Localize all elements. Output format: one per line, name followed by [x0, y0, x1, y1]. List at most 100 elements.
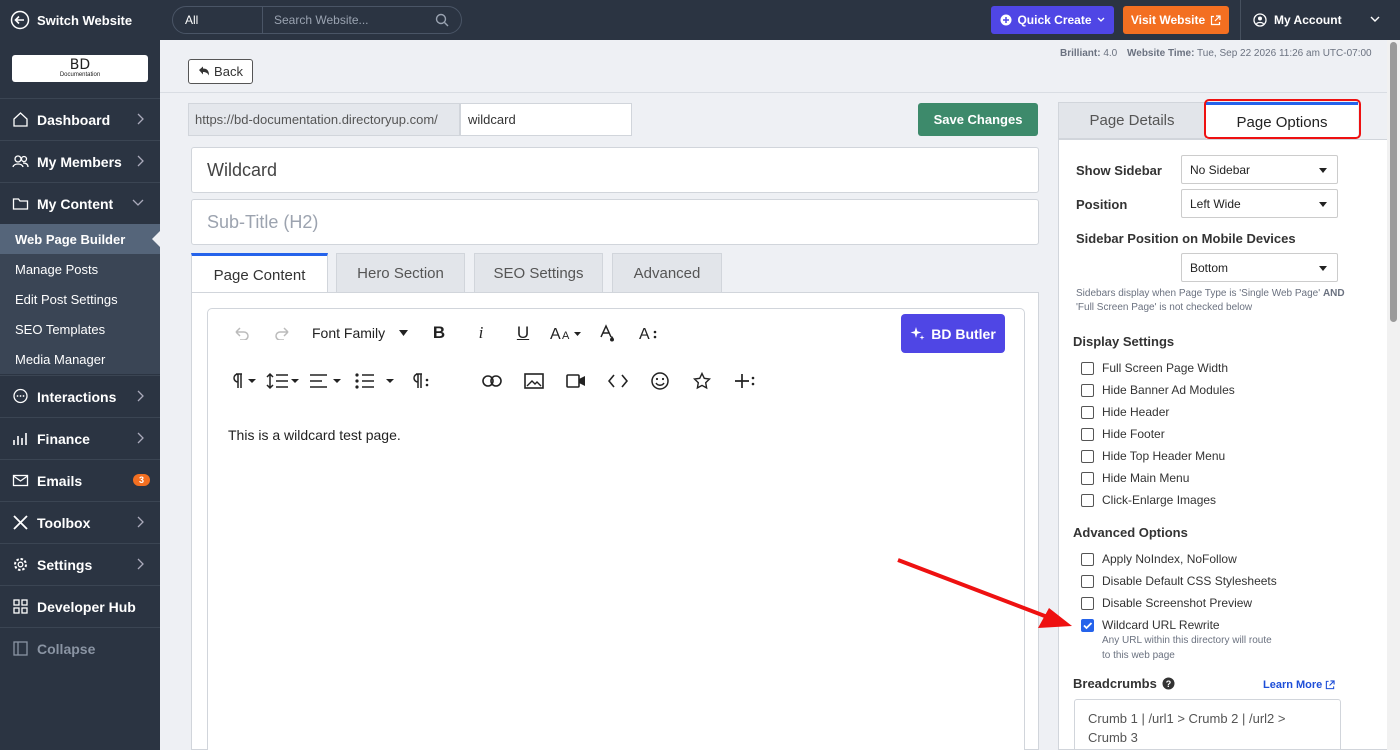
- tab-page-content[interactable]: Page Content: [191, 253, 328, 294]
- hide-footer-checkbox[interactable]: [1081, 428, 1094, 441]
- switch-website-button[interactable]: Switch Website: [0, 0, 160, 40]
- breadcrumbs-textarea[interactable]: Crumb 1 | /url1 > Crumb 2 | /url2 > Crum…: [1074, 699, 1341, 750]
- checkbox-label: Apply NoIndex, NoFollow: [1102, 552, 1237, 566]
- hide-top-header-menu-checkbox[interactable]: [1081, 450, 1094, 463]
- sidebar-subitem-edit-post-settings[interactable]: Edit Post Settings: [0, 284, 160, 314]
- noindex-nofollow-checkbox[interactable]: [1081, 553, 1094, 566]
- sidebar-subitem-manage-posts[interactable]: Manage Posts: [0, 254, 160, 284]
- rich-text-editor[interactable]: Font Family B i U AA A BD Butler This is…: [207, 308, 1025, 750]
- collapse-icon: [13, 641, 28, 656]
- text-color-icon[interactable]: [596, 322, 618, 344]
- bullet-list-icon[interactable]: [354, 370, 398, 392]
- email-count-badge: 3: [132, 474, 150, 486]
- sidebar-item-label: My Members: [37, 153, 122, 170]
- scrollbar-thumb[interactable]: [1390, 42, 1397, 322]
- brilliant-label: Brilliant:: [1060, 48, 1101, 59]
- bd-butler-button[interactable]: BD Butler: [901, 314, 1005, 353]
- quick-create-button[interactable]: Quick Create: [991, 6, 1114, 34]
- click-enlarge-images-checkbox[interactable]: [1081, 494, 1094, 507]
- font-family-select[interactable]: Font Family: [312, 322, 409, 344]
- font-size-icon[interactable]: AA: [550, 322, 582, 344]
- tools-icon: [13, 515, 28, 530]
- search-input[interactable]: Search Website...: [263, 13, 461, 27]
- visit-website-button[interactable]: Visit Website: [1123, 6, 1229, 34]
- code-view-icon[interactable]: [607, 370, 629, 392]
- sidebar-item-label: Dashboard: [37, 111, 111, 128]
- link-icon[interactable]: [481, 370, 503, 392]
- sidebar-item-label: My Content: [37, 195, 114, 212]
- more-insert-icon[interactable]: [733, 370, 757, 392]
- search-icon[interactable]: [435, 13, 449, 27]
- sidebar-item-interactions[interactable]: Interactions: [0, 375, 160, 417]
- home-icon: [13, 112, 28, 127]
- breadcrumbs-heading: Breadcrumbs ?: [1073, 676, 1175, 691]
- my-account-label: My Account: [1274, 13, 1342, 27]
- users-icon: [12, 155, 29, 168]
- emoji-icon[interactable]: [649, 370, 671, 392]
- website-time-value: Tue, Sep 22 2026 11:26 am UTC-07:00: [1197, 48, 1372, 59]
- my-account-menu[interactable]: My Account: [1240, 0, 1385, 40]
- sidebar-subitem-web-page-builder[interactable]: Web Page Builder: [0, 224, 160, 254]
- tab-page-details[interactable]: Page Details: [1058, 102, 1206, 139]
- redo-icon[interactable]: [272, 322, 294, 344]
- tab-seo-settings[interactable]: SEO Settings: [474, 253, 603, 293]
- mobile-position-select[interactable]: Bottom: [1181, 253, 1338, 282]
- undo-icon[interactable]: [230, 322, 252, 344]
- sidebar-item-toolbox[interactable]: Toolbox: [0, 501, 160, 543]
- mail-icon: [12, 474, 29, 487]
- hide-banner-ads-checkbox[interactable]: [1081, 384, 1094, 397]
- align-icon[interactable]: [309, 370, 343, 392]
- wildcard-url-rewrite-checkbox[interactable]: [1081, 619, 1094, 632]
- line-height-icon[interactable]: [266, 370, 300, 392]
- sidebar-subitem-media-manager[interactable]: Media Manager: [0, 344, 160, 374]
- sidebar-item-developer-hub[interactable]: Developer Hub: [0, 585, 160, 627]
- search-scope-select[interactable]: All: [173, 7, 263, 33]
- save-changes-button[interactable]: Save Changes: [918, 103, 1038, 136]
- sidebar-item-my-content[interactable]: My Content: [0, 182, 160, 224]
- editor-body-text[interactable]: This is a wildcard test page.: [228, 427, 401, 443]
- back-button[interactable]: Back: [188, 59, 253, 84]
- full-screen-width-checkbox[interactable]: [1081, 362, 1094, 375]
- video-icon[interactable]: [565, 370, 587, 392]
- chat-icon: [13, 388, 28, 404]
- star-icon[interactable]: [691, 370, 713, 392]
- text-style-icon[interactable]: A: [638, 322, 660, 344]
- tab-advanced[interactable]: Advanced: [612, 253, 722, 293]
- underline-icon[interactable]: U: [512, 322, 534, 344]
- sidebar-item-label: Interactions: [37, 388, 117, 405]
- hide-header-checkbox[interactable]: [1081, 406, 1094, 419]
- sidebar-item-emails[interactable]: Emails 3: [0, 459, 160, 501]
- font-family-label: Font Family: [312, 325, 386, 341]
- site-logo[interactable]: BD Documentation: [12, 55, 148, 82]
- italic-icon[interactable]: i: [470, 322, 492, 344]
- url-slug-input[interactable]: wildcard: [460, 103, 632, 136]
- chevron-down-icon: [1097, 17, 1104, 22]
- subtitle-input[interactable]: Sub-Title (H2): [191, 199, 1039, 245]
- paragraph-style-icon[interactable]: [411, 370, 433, 392]
- hide-main-menu-checkbox[interactable]: [1081, 472, 1094, 485]
- bold-icon[interactable]: B: [428, 322, 450, 344]
- paragraph-format-icon[interactable]: [228, 370, 258, 392]
- position-select[interactable]: Left Wide: [1181, 189, 1338, 218]
- chevron-right-icon: [137, 558, 144, 570]
- user-circle-icon: [1253, 13, 1267, 27]
- sidebar-item-settings[interactable]: Settings: [0, 543, 160, 585]
- page-scrollbar[interactable]: [1387, 40, 1400, 750]
- show-sidebar-select[interactable]: No Sidebar: [1181, 155, 1338, 184]
- sidebar-collapse-button[interactable]: Collapse: [0, 627, 160, 669]
- visit-website-label: Visit Website: [1130, 13, 1206, 27]
- undo-arrow-icon: [199, 66, 210, 76]
- learn-more-link[interactable]: Learn More: [1263, 679, 1335, 691]
- image-icon[interactable]: [523, 370, 545, 392]
- help-icon[interactable]: ?: [1162, 677, 1175, 690]
- sidebar-item-finance[interactable]: Finance: [0, 417, 160, 459]
- disable-screenshot-checkbox[interactable]: [1081, 597, 1094, 610]
- tab-hero-section[interactable]: Hero Section: [336, 253, 465, 293]
- page-title-input[interactable]: Wildcard: [191, 147, 1039, 193]
- divider: [160, 92, 1390, 93]
- sidebar-item-dashboard[interactable]: Dashboard: [0, 98, 160, 140]
- sidebar-subitem-seo-templates[interactable]: SEO Templates: [0, 314, 160, 344]
- disable-css-checkbox[interactable]: [1081, 575, 1094, 588]
- mobile-position-label: Sidebar Position on Mobile Devices: [1076, 231, 1296, 246]
- sidebar-item-my-members[interactable]: My Members: [0, 140, 160, 182]
